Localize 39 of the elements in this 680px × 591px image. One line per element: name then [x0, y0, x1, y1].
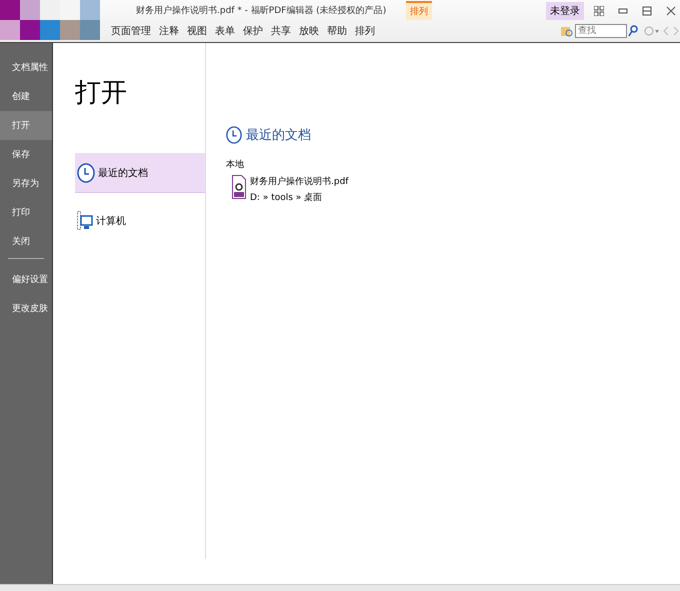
sidebar-item[interactable]: 保存: [0, 140, 52, 169]
ribbon-tab[interactable]: 表单: [212, 24, 238, 38]
file-path: D: » tools » 桌面: [250, 192, 324, 204]
pdf-file-icon[interactable]: [232, 175, 246, 199]
place-item[interactable]: 计算机: [75, 201, 205, 241]
search-icon[interactable]: [628, 25, 638, 37]
close-icon[interactable]: [666, 6, 676, 16]
page-title: 打开: [74, 77, 128, 110]
logo-icon: [0, 0, 100, 40]
section-heading: 最近的文档: [246, 127, 311, 144]
context-tab-label: 排列: [406, 1, 432, 20]
maximize-icon[interactable]: [642, 6, 652, 16]
ribbon-tab[interactable]: 排列: [352, 24, 378, 38]
group-label: 本地: [226, 158, 245, 171]
login-button[interactable]: 未登录: [546, 2, 584, 20]
clock-icon: [226, 126, 242, 144]
sidebar-item[interactable]: 更改皮肤: [0, 294, 52, 323]
sidebar-item[interactable]: 打开: [0, 111, 52, 140]
ribbon-tab[interactable]: 共享: [268, 24, 294, 38]
ribbon-tab[interactable]: 保护: [240, 24, 266, 38]
sidebar-item[interactable]: 文档属性: [0, 53, 52, 82]
sidebar-item[interactable]: 创建: [0, 82, 52, 111]
sidebar-item[interactable]: 打印: [0, 198, 52, 227]
sidebar-item[interactable]: 关闭: [0, 227, 52, 256]
sidebar-item[interactable]: 偏好设置: [0, 265, 52, 294]
sidebar-item[interactable]: 另存为: [0, 169, 52, 198]
ribbon-tab[interactable]: 帮助: [324, 24, 350, 38]
minimize-icon[interactable]: [618, 6, 628, 16]
ribbon-tab[interactable]: 页面管理: [108, 24, 154, 38]
place-item[interactable]: 最近的文档: [75, 153, 205, 193]
search-field[interactable]: 查找: [575, 24, 627, 38]
computer-icon: [77, 211, 93, 231]
ribbon-tab[interactable]: 注释: [156, 24, 182, 38]
ribbon-tab[interactable]: 放映: [296, 24, 322, 38]
grid-icon[interactable]: [594, 6, 604, 16]
clock-icon: [77, 162, 95, 182]
file-name[interactable]: 财务用户操作说明书.pdf: [250, 175, 348, 188]
window-title: 财务用户操作说明书.pdf * - 福昕PDF编辑器 (未经授权的产品): [136, 4, 386, 17]
ribbon-tab[interactable]: 视图: [184, 24, 210, 38]
